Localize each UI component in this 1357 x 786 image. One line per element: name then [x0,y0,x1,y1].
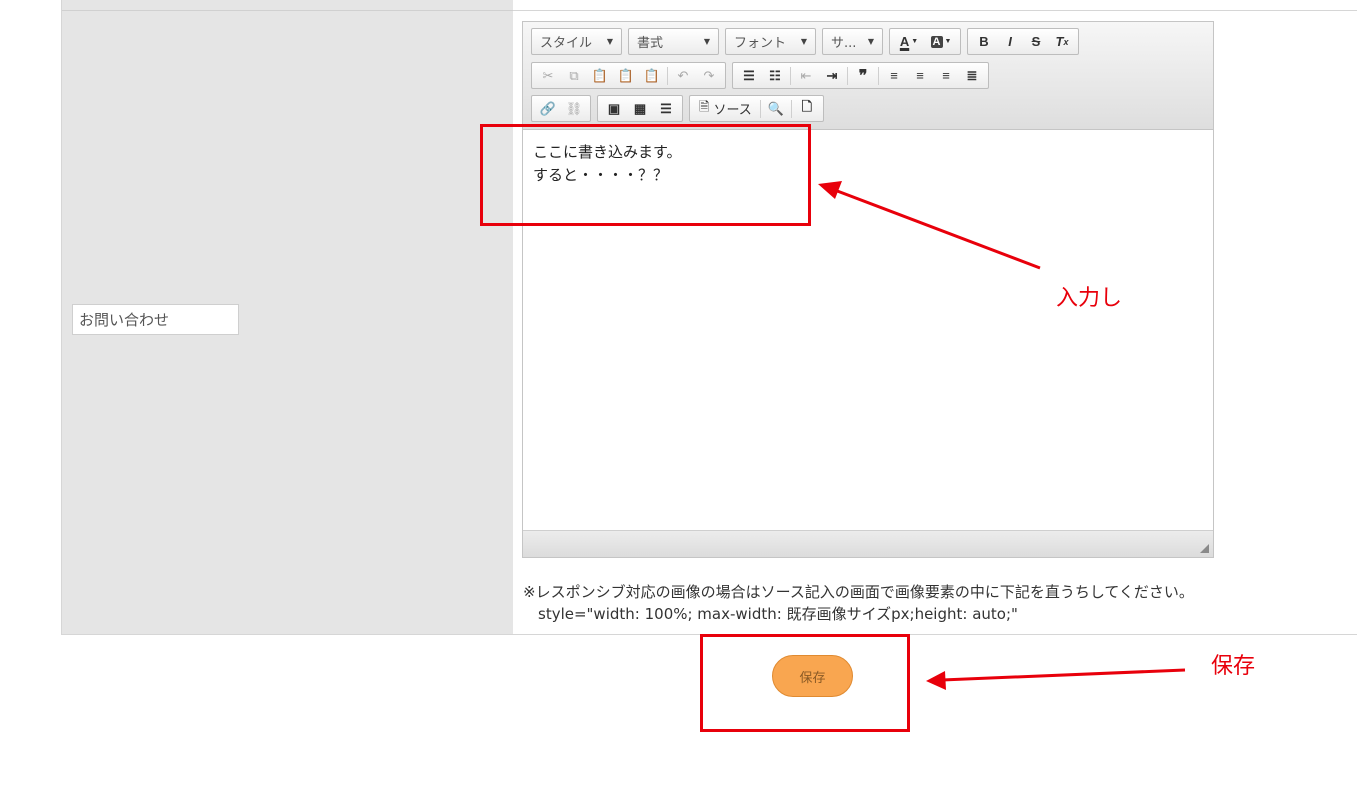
italic-icon[interactable]: I [997,30,1023,53]
image-icon[interactable]: ▣ [601,97,627,120]
toolbar-row-3: 🔗 ⛓ ▣ ▦ ☰ 🗎 ソース 🔍 🗋 [531,95,824,122]
blockquote-icon[interactable]: ❞ [850,64,876,87]
table-icon[interactable]: ▦ [627,97,653,120]
align-left-icon[interactable]: ≡ [881,64,907,87]
font-combo-label: フォント [734,36,787,51]
outdent-icon[interactable]: ⇤ [793,64,819,87]
format-combo-label: 書式 [637,36,664,51]
source-icon: 🗎 [699,99,710,115]
redo-icon[interactable]: ↷ [696,64,722,87]
paragraph-group: ☰ ☷ ⇤ ⇥ ❞ ≡ ≡ ≡ ≣ [732,62,989,89]
size-combo-label: サ... [831,36,857,51]
copy-icon[interactable]: ⧉ [561,64,587,87]
background-color-icon[interactable]: A ▼ [925,30,957,53]
justify-icon[interactable]: ≣ [959,64,985,87]
help-note: ※レスポンシブ対応の画像の場合はソース記入の画面で画像要素の中に下記を直うちして… [523,581,1194,625]
annotation-box-editor [480,124,811,226]
annotation-save-label: 保存 [1211,654,1256,679]
font-combo[interactable]: フォント ▼ [725,28,816,55]
paste-text-icon[interactable]: 📋 [613,64,639,87]
arrowhead-icon [926,671,946,690]
bold-icon[interactable]: B [971,30,997,53]
horizontal-rule-icon[interactable]: ☰ [653,97,679,120]
divider [667,66,668,85]
remove-format-icon[interactable]: Tx [1049,30,1075,53]
divider [759,99,761,118]
insert-group: ▣ ▦ ☰ [597,95,683,122]
link-group: 🔗 ⛓ [531,95,591,122]
numbered-list-icon[interactable]: ☰ [736,64,762,87]
divider [878,66,879,85]
color-group: A ▼ A ▼ [889,28,961,55]
page: スタイル ▼ 書式 ▼ フォント ▼ サ... ▼ A▼ A▼ B I [0,0,1357,786]
cut-icon[interactable]: ✂ [535,64,561,87]
editor-status-bar [523,530,1213,557]
divider [847,66,848,85]
undo-icon[interactable]: ↶ [670,64,696,87]
form-label-cell [62,0,513,634]
preview-icon[interactable]: 🔍 [763,97,789,120]
style-combo[interactable]: スタイル ▼ [531,28,622,55]
chevron-down-icon: ▼ [867,37,874,46]
align-center-icon[interactable]: ≡ [907,64,933,87]
format-combo[interactable]: 書式 ▼ [628,28,719,55]
toolbar-row-2: ✂ ⧉ 📋 📋 📋 ↶ ↷ ☰ ☷ ⇤ ⇥ ❞ ≡ ≡ ≡ ≣ [531,62,989,89]
divider [513,10,1357,11]
annotation-input-label: 入力し [1056,286,1123,311]
document-group: 🗎 ソース 🔍 🗋 [689,95,824,122]
paste-word-icon[interactable]: 📋 [639,64,665,87]
divider [790,66,791,85]
source-button[interactable]: 🗎 ソース [693,97,758,120]
toolbar-row-1: スタイル ▼ 書式 ▼ フォント ▼ サ... ▼ A ▼ A ▼ B I S … [531,28,1079,55]
resize-handle-icon[interactable] [1200,544,1209,553]
chevron-down-icon: ▼ [606,37,613,46]
clipboard-group: ✂ ⧉ 📋 📋 📋 ↶ ↷ [531,62,726,89]
chevron-down-icon: ▼ [703,37,710,46]
item-name-input[interactable] [72,304,239,335]
style-combo-label: スタイル [540,36,593,51]
basic-style-group: B I S Tx [967,28,1079,55]
help-note-line: ※レスポンシブ対応の画像の場合はソース記入の画面で画像要素の中に下記を直うちして… [523,583,1194,601]
source-label: ソース [713,103,752,118]
text-color-icon[interactable]: A ▼ [893,30,925,53]
annotation-box-save [700,634,910,732]
strike-icon[interactable]: S [1023,30,1049,53]
annotation-arrow-save [941,668,1186,682]
chevron-down-icon: ▼ [800,37,807,46]
editor-toolbar: スタイル ▼ 書式 ▼ フォント ▼ サ... ▼ A ▼ A ▼ B I S … [523,22,1213,130]
size-combo[interactable]: サ... ▼ [822,28,883,55]
help-note-code: style="width: 100%; max-width: 既存画像サイズpx… [538,605,1018,623]
align-right-icon[interactable]: ≡ [933,64,959,87]
indent-icon[interactable]: ⇥ [819,64,845,87]
divider [62,10,513,11]
templates-icon[interactable]: 🗋 [794,97,820,120]
divider [790,99,792,118]
link-icon[interactable]: 🔗 [535,97,561,120]
paste-icon[interactable]: 📋 [587,64,613,87]
bulleted-list-icon[interactable]: ☷ [762,64,788,87]
unlink-icon[interactable]: ⛓ [561,97,587,120]
